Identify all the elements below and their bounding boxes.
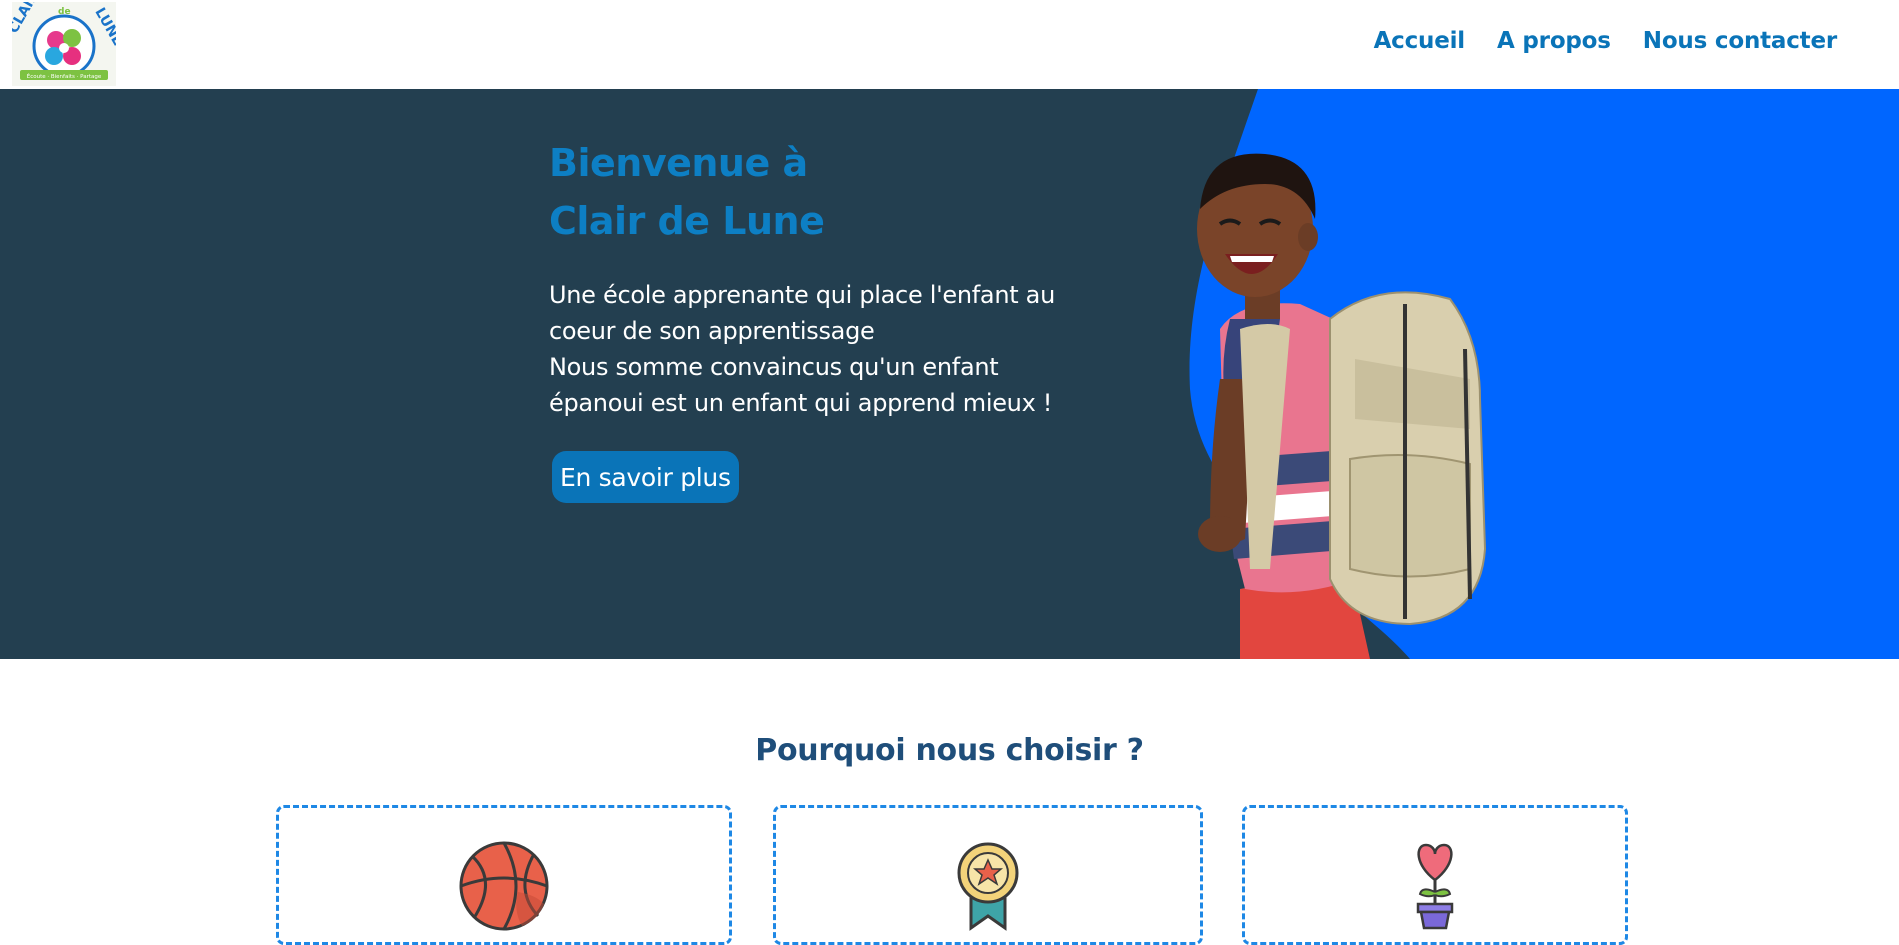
hero-text-line: épanoui est un enfant qui apprend mieux … [549, 389, 1053, 417]
hero-title-line2: Clair de Lune [549, 199, 825, 243]
nav-link-accueil[interactable]: Accueil [1374, 28, 1466, 54]
medal-icon [957, 842, 1019, 931]
hero-description: Une école apprenante qui place l'enfant … [549, 277, 1089, 421]
hero-section: Bienvenue à Clair de Lune Une école appr… [0, 89, 1899, 659]
main-nav: Accueil A propos Nous contacter [1374, 28, 1838, 54]
basketball-icon [459, 841, 549, 931]
site-header: CLAIR LUNE de Écoute · Bienfaits · Parta… [0, 0, 1899, 89]
feature-card [276, 805, 732, 945]
why-choose-us-title: Pourquoi nous choisir ? [755, 733, 1144, 768]
learn-more-button[interactable]: En savoir plus [552, 451, 739, 503]
feature-card [773, 805, 1203, 945]
hero-text-line: coeur de son apprentissage [549, 317, 875, 345]
hero-text-line: Nous somme convaincus qu'un enfant [549, 353, 999, 381]
child-with-backpack-image [1197, 153, 1487, 659]
feature-card [1242, 805, 1628, 945]
svg-text:Écoute · Bienfaits · Partage: Écoute · Bienfaits · Partage [27, 72, 102, 80]
svg-text:de: de [58, 7, 71, 17]
heart-flower-pot-icon [1416, 843, 1454, 930]
nav-link-a-propos[interactable]: A propos [1497, 28, 1611, 54]
hero-text-line: Une école apprenante qui place l'enfant … [549, 281, 1056, 309]
hero-title-line1: Bienvenue à [549, 141, 808, 185]
nav-link-nous-contacter[interactable]: Nous contacter [1643, 28, 1837, 54]
clair-de-lune-logo[interactable]: CLAIR LUNE de Écoute · Bienfaits · Parta… [12, 2, 116, 86]
hero-title: Bienvenue à Clair de Lune [549, 134, 825, 250]
